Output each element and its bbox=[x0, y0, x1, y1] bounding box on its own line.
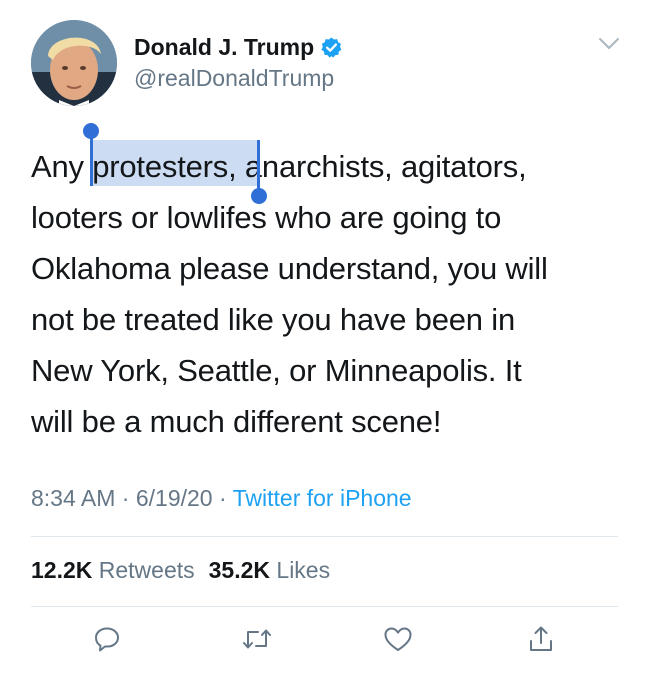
retweets-count: 12.2K bbox=[31, 557, 93, 583]
likes-count: 35.2K bbox=[208, 557, 271, 583]
tweet-card: Donald J. Trump @realDonaldTrump Any pro… bbox=[0, 0, 649, 680]
tweet-date: 6/19/20 bbox=[135, 485, 213, 511]
like-icon[interactable] bbox=[381, 622, 415, 656]
meta-separator: · bbox=[212, 485, 233, 511]
reply-icon[interactable] bbox=[90, 622, 124, 656]
divider bbox=[31, 606, 618, 607]
tweet-text[interactable]: Any protesters, anarchists, agitators, l… bbox=[31, 141, 626, 447]
tweet-stats: 12.2K Retweets 35.2K Likes bbox=[31, 557, 330, 584]
likes-stat[interactable]: 35.2K Likes bbox=[209, 557, 330, 583]
tweet-meta: 8:34 AM · 6/19/20 · Twitter for iPhone bbox=[31, 485, 412, 512]
retweets-label: Retweets bbox=[98, 557, 195, 583]
avatar[interactable] bbox=[31, 20, 117, 106]
retweets-stat[interactable]: 12.2K Retweets bbox=[31, 557, 195, 583]
chevron-down-icon[interactable] bbox=[598, 36, 620, 52]
display-name[interactable]: Donald J. Trump bbox=[134, 34, 314, 61]
retweet-icon[interactable] bbox=[240, 622, 274, 656]
meta-separator: · bbox=[115, 485, 136, 511]
tweet-time: 8:34 AM bbox=[31, 485, 116, 511]
likes-label: Likes bbox=[276, 557, 331, 583]
tweet-source-link[interactable]: Twitter for iPhone bbox=[233, 485, 412, 511]
verified-badge-icon bbox=[320, 36, 343, 59]
selection-end-handle[interactable] bbox=[251, 188, 267, 204]
avatar-image bbox=[31, 20, 117, 106]
share-icon[interactable] bbox=[524, 622, 558, 656]
selection-end-caret bbox=[257, 140, 260, 192]
divider bbox=[31, 536, 618, 537]
display-name-row: Donald J. Trump bbox=[134, 31, 343, 63]
user-handle[interactable]: @realDonaldTrump bbox=[134, 65, 334, 92]
